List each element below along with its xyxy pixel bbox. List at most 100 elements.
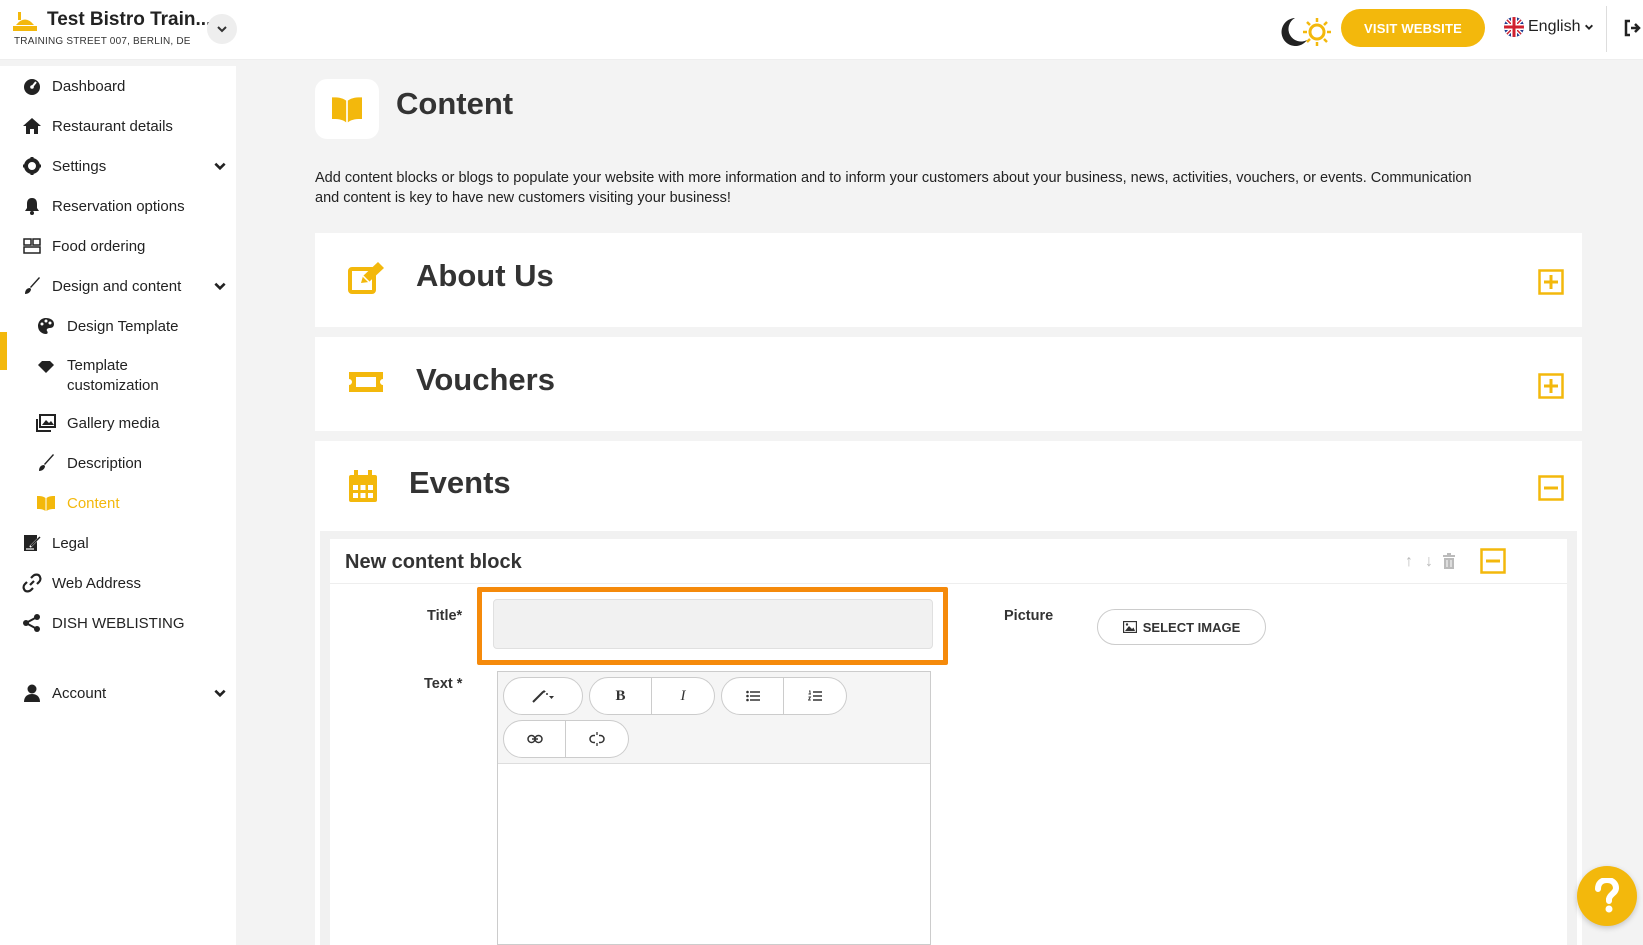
- gear-icon: [23, 157, 41, 175]
- sidebar-item-description[interactable]: Description: [0, 443, 236, 483]
- list-group: [721, 677, 847, 715]
- uk-flag-icon: [1504, 17, 1524, 37]
- content-block-title: New content block: [345, 551, 522, 573]
- sidebar-item-label: Reservation options: [52, 197, 185, 215]
- bullet-list-icon: [745, 690, 760, 702]
- content-block-header: New content block ↑ ↓: [330, 539, 1567, 584]
- sidebar-item-gallery-media[interactable]: Gallery media: [0, 403, 236, 443]
- sidebar-item-label: DISH WEBLISTING: [52, 614, 185, 632]
- brush-icon: [39, 454, 54, 471]
- book-open-icon: [37, 496, 55, 511]
- sidebar-item-label: Food ordering: [52, 237, 146, 255]
- help-button[interactable]: [1577, 866, 1637, 926]
- food-ordering-icon: [23, 238, 41, 254]
- select-image-label: SELECT IMAGE: [1142, 619, 1241, 635]
- top-header: Test Bistro Train... TRAINING STREET 007…: [0, 0, 1643, 60]
- insert-link-button[interactable]: [503, 720, 566, 758]
- signature-icon: [24, 535, 41, 551]
- collapse-minus-icon[interactable]: [1538, 475, 1564, 501]
- sidebar-item-template-customization[interactable]: Template customization: [0, 346, 236, 406]
- select-image-button[interactable]: SELECT IMAGE: [1097, 609, 1266, 645]
- image-icon: [1122, 621, 1137, 633]
- user-icon: [24, 684, 40, 702]
- link-group: [503, 720, 629, 758]
- chevron-down-icon: [214, 162, 226, 171]
- visit-website-button[interactable]: VISIT WEBSITE: [1341, 9, 1485, 47]
- section-about-us[interactable]: About Us: [315, 233, 1582, 327]
- magic-wand-icon: [532, 690, 554, 703]
- sidebar-item-web-address[interactable]: Web Address: [0, 563, 236, 603]
- section-title: Vouchers: [416, 362, 555, 397]
- text-editor-area[interactable]: [498, 764, 930, 944]
- style-group: [503, 677, 583, 715]
- question-mark-icon: [1595, 878, 1620, 913]
- numbered-list-button[interactable]: [784, 677, 847, 715]
- sidebar-item-label: Account: [52, 684, 107, 702]
- sidebar-item-account[interactable]: Account: [0, 673, 236, 713]
- bell-icon: [25, 198, 39, 215]
- move-down-icon[interactable]: ↓: [1422, 553, 1436, 571]
- editor-toolbar: B I: [498, 672, 930, 764]
- expand-plus-icon[interactable]: [1538, 269, 1564, 295]
- picture-label: Picture: [1004, 608, 1054, 624]
- edit-icon: [348, 262, 384, 294]
- move-up-icon[interactable]: ↑: [1402, 553, 1416, 571]
- sidebar-item-dish-weblisting[interactable]: DISH WEBLISTING: [0, 603, 236, 643]
- collapse-minus-icon[interactable]: [1480, 548, 1506, 574]
- numbered-list-icon: [808, 690, 822, 701]
- sidebar-item-settings[interactable]: Settings: [0, 146, 236, 186]
- sidebar-item-label: Gallery media: [67, 414, 160, 432]
- language-selector[interactable]: English: [1504, 17, 1594, 37]
- section-events: Events New content block ↑ ↓ Title* Pict…: [315, 441, 1582, 945]
- link-icon: [22, 573, 42, 593]
- home-icon: [23, 118, 41, 134]
- style-dropdown-button[interactable]: [503, 677, 583, 715]
- theme-toggle-icon[interactable]: [1273, 14, 1335, 50]
- unlink-button[interactable]: [566, 720, 629, 758]
- chevron-down-icon: [214, 282, 226, 291]
- sidebar-item-food-ordering[interactable]: Food ordering: [0, 226, 236, 266]
- unlink-icon: [589, 732, 605, 746]
- sidebar-item-dashboard[interactable]: Dashboard: [0, 66, 236, 106]
- section-title: Events: [409, 465, 511, 500]
- rich-text-editor: B I: [497, 671, 931, 945]
- trash-icon[interactable]: [1442, 553, 1456, 569]
- block-controls: ↑ ↓: [1402, 553, 1456, 571]
- sidebar: Dashboard Restaurant details Settings Re…: [0, 66, 236, 945]
- restaurant-switcher-button[interactable]: [207, 14, 237, 44]
- gem-icon: [38, 361, 54, 373]
- section-title: About Us: [416, 258, 554, 293]
- bold-button[interactable]: B: [589, 677, 652, 715]
- sidebar-item-label: Content: [67, 494, 120, 512]
- sidebar-item-label: Settings: [52, 157, 107, 175]
- sidebar-item-label: Description: [67, 454, 143, 472]
- title-label: Title*: [427, 608, 463, 624]
- italic-button[interactable]: I: [652, 677, 715, 715]
- language-label: English: [1528, 18, 1581, 35]
- sidebar-item-design-template[interactable]: Design Template: [0, 306, 236, 346]
- expand-plus-icon[interactable]: [1538, 373, 1564, 399]
- sidebar-item-label: Dashboard: [52, 77, 126, 95]
- chevron-down-icon: [217, 26, 227, 33]
- text-label: Text *: [424, 676, 463, 692]
- sidebar-item-label: Legal: [52, 534, 89, 552]
- restaurant-logo-icon: [13, 12, 37, 31]
- sidebar-item-label: Template customization: [67, 357, 159, 394]
- format-group: B I: [589, 677, 715, 715]
- title-input[interactable]: [493, 599, 933, 649]
- sidebar-item-restaurant-details[interactable]: Restaurant details: [0, 106, 236, 146]
- logout-icon[interactable]: [1622, 18, 1642, 38]
- sidebar-item-label: Restaurant details: [52, 117, 173, 135]
- section-vouchers[interactable]: Vouchers: [315, 337, 1582, 431]
- sidebar-item-design-and-content[interactable]: Design and content: [0, 266, 236, 306]
- content-block-wrapper: New content block ↑ ↓ Title* Picture SEL…: [320, 531, 1577, 945]
- sidebar-item-content[interactable]: Content: [0, 483, 236, 523]
- bullet-list-button[interactable]: [721, 677, 784, 715]
- sidebar-item-legal[interactable]: Legal: [0, 523, 236, 563]
- share-icon: [23, 614, 40, 632]
- calendar-icon: [349, 470, 377, 502]
- images-icon: [36, 414, 56, 432]
- sidebar-item-reservation-options[interactable]: Reservation options: [0, 186, 236, 226]
- link-icon: [526, 734, 543, 744]
- content-block: New content block ↑ ↓ Title* Picture SEL…: [330, 539, 1567, 945]
